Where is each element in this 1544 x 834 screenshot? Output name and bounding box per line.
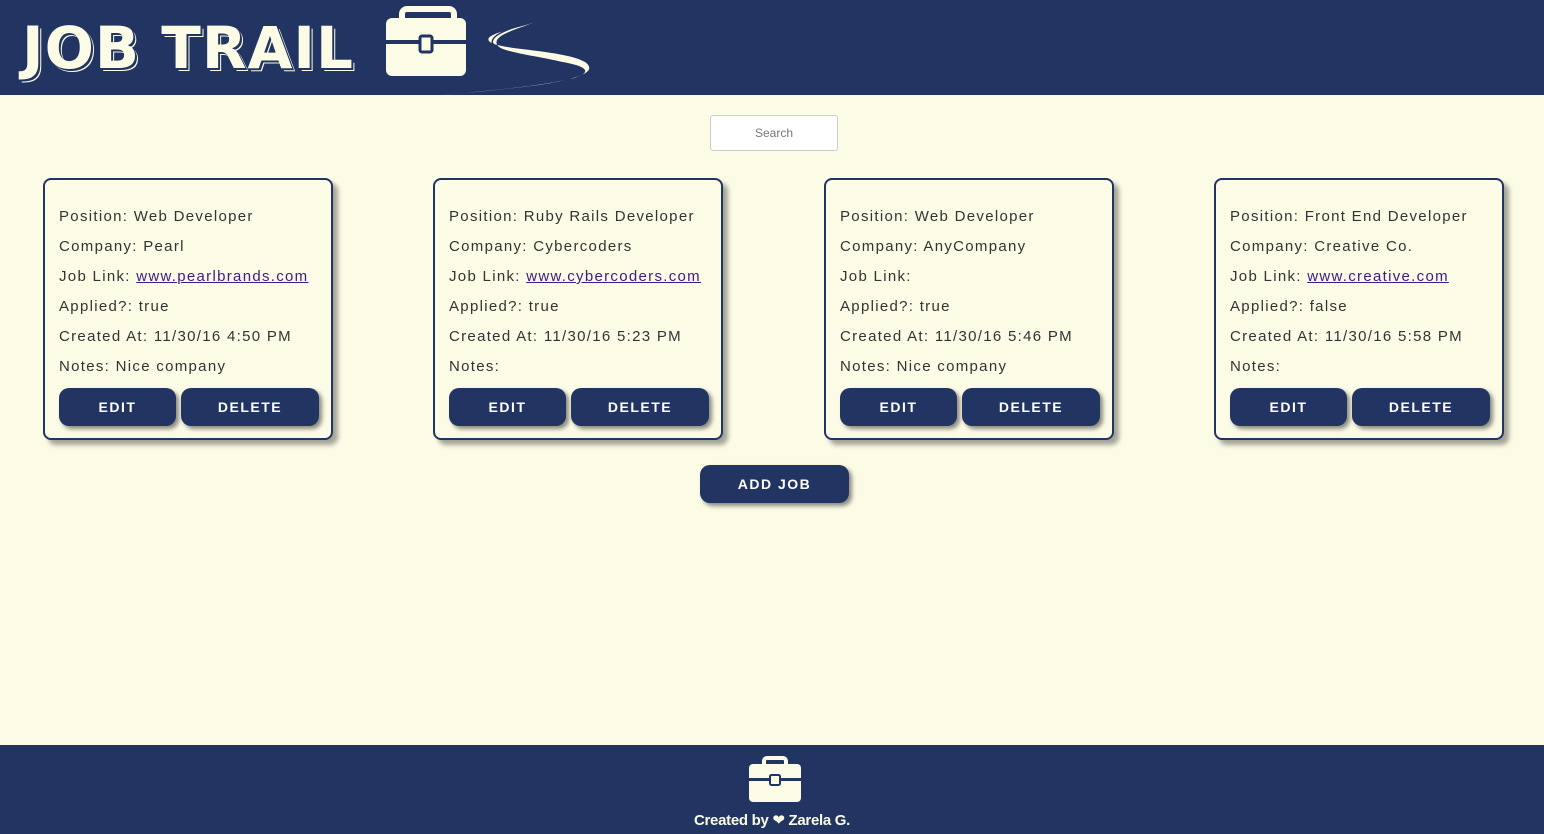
job-link-row: Job Link: www.cybercoders.com [449, 268, 701, 285]
position-value: Web Developer [914, 208, 1035, 225]
delete-button[interactable]: DELETE [181, 388, 319, 426]
created-at-label: Created At: [449, 328, 544, 345]
job-link-row: Job Link: www.pearlbrands.com [59, 268, 308, 285]
delete-button[interactable]: DELETE [962, 388, 1100, 426]
header: JOB TRAIL [0, 0, 1544, 95]
footer: Created by ❤ Zarela G. [0, 745, 1544, 834]
notes-value: Nice company [896, 358, 1008, 375]
position-label: Position: [449, 208, 524, 225]
applied-label: Applied?: [59, 298, 139, 315]
created-at-label: Created At: [840, 328, 935, 345]
job-link-label: Job Link: [59, 268, 137, 285]
job-link[interactable]: www.cybercoders.com [526, 268, 701, 285]
job-card: Position: Web Developer Company: Pearl J… [43, 178, 333, 440]
company-value: Pearl [143, 238, 185, 255]
job-link-label: Job Link: [449, 268, 527, 285]
notes-value: Nice company [115, 358, 227, 375]
position-row: Position: Front End Developer [1230, 208, 1468, 225]
job-link[interactable]: www.pearlbrands.com [136, 268, 308, 285]
created-at-value: 11/30/16 5:23 PM [543, 328, 682, 345]
job-link-row: Job Link: www.creative.com [1230, 268, 1449, 285]
company-value: Creative Co. [1314, 238, 1414, 255]
job-link-row: Job Link: [840, 268, 912, 285]
delete-button[interactable]: DELETE [1352, 388, 1490, 426]
notes-label: Notes: [59, 358, 116, 375]
applied-value: false [1309, 298, 1348, 315]
job-link-label: Job Link: [840, 268, 912, 285]
company-label: Company: [840, 238, 924, 255]
edit-button[interactable]: EDIT [840, 388, 957, 426]
edit-button[interactable]: EDIT [449, 388, 566, 426]
created-at-row: Created At: 11/30/16 4:50 PM [59, 328, 292, 345]
created-at-value: 11/30/16 5:46 PM [934, 328, 1073, 345]
created-at-value: 11/30/16 4:50 PM [153, 328, 292, 345]
notes-label: Notes: [1230, 358, 1282, 375]
add-job-button[interactable]: ADD JOB [700, 465, 849, 503]
job-card: Position: Front End Developer Company: C… [1214, 178, 1504, 440]
position-value: Front End Developer [1304, 208, 1468, 225]
applied-value: true [138, 298, 170, 315]
company-label: Company: [449, 238, 534, 255]
company-row: Company: Creative Co. [1230, 238, 1413, 255]
company-row: Company: AnyCompany [840, 238, 1026, 255]
job-card: Position: Ruby Rails Developer Company: … [433, 178, 723, 440]
notes-row: Notes: Nice company [59, 358, 226, 375]
position-value: Web Developer [133, 208, 254, 225]
delete-button[interactable]: DELETE [571, 388, 709, 426]
company-label: Company: [59, 238, 144, 255]
applied-row: Applied?: true [449, 298, 560, 315]
position-row: Position: Web Developer [59, 208, 254, 225]
position-label: Position: [840, 208, 915, 225]
position-value: Ruby Rails Developer [523, 208, 695, 225]
notes-row: Notes: Nice company [840, 358, 1007, 375]
company-label: Company: [1230, 238, 1315, 255]
position-row: Position: Web Developer [840, 208, 1035, 225]
job-link-label: Job Link: [1230, 268, 1308, 285]
applied-label: Applied?: [840, 298, 920, 315]
applied-row: Applied?: true [59, 298, 170, 315]
notes-label: Notes: [840, 358, 897, 375]
job-link[interactable]: www.creative.com [1307, 268, 1449, 285]
notes-row: Notes: [1230, 358, 1281, 375]
position-label: Position: [59, 208, 134, 225]
company-value: Cybercoders [533, 238, 633, 255]
position-label: Position: [1230, 208, 1305, 225]
applied-value: true [919, 298, 951, 315]
created-at-row: Created At: 11/30/16 5:58 PM [1230, 328, 1463, 345]
notes-label: Notes: [449, 358, 501, 375]
applied-label: Applied?: [1230, 298, 1310, 315]
created-at-row: Created At: 11/30/16 5:23 PM [449, 328, 682, 345]
created-at-value: 11/30/16 5:58 PM [1324, 328, 1463, 345]
company-row: Company: Cybercoders [449, 238, 633, 255]
company-row: Company: Pearl [59, 238, 185, 255]
logo-text: JOB TRAIL [22, 14, 354, 82]
briefcase-icon [749, 756, 801, 802]
job-card: Position: Web Developer Company: AnyComp… [824, 178, 1114, 440]
company-value: AnyCompany [923, 238, 1027, 255]
created-at-row: Created At: 11/30/16 5:46 PM [840, 328, 1073, 345]
footer-credit: Created by ❤ Zarela G. [693, 812, 851, 829]
created-at-label: Created At: [59, 328, 154, 345]
applied-row: Applied?: true [840, 298, 951, 315]
applied-value: true [528, 298, 560, 315]
search-input[interactable] [710, 115, 838, 151]
notes-row: Notes: [449, 358, 500, 375]
created-at-label: Created At: [1230, 328, 1325, 345]
edit-button[interactable]: EDIT [1230, 388, 1347, 426]
edit-button[interactable]: EDIT [59, 388, 176, 426]
applied-label: Applied?: [449, 298, 529, 315]
applied-row: Applied?: false [1230, 298, 1348, 315]
position-row: Position: Ruby Rails Developer [449, 208, 695, 225]
briefcase-road-icon [386, 6, 590, 95]
